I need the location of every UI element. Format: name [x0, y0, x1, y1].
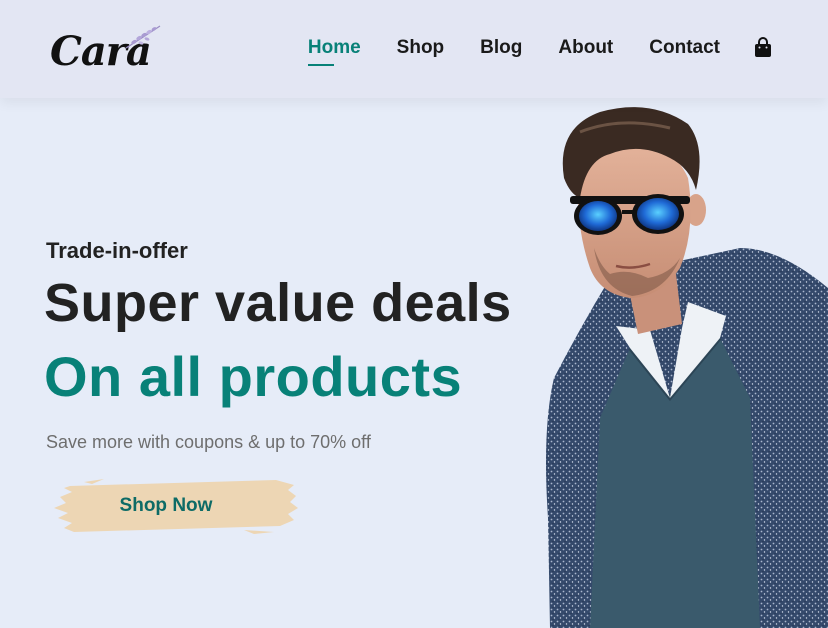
hero-headline: Super value deals: [44, 273, 512, 333]
nav-shop[interactable]: Shop: [397, 34, 445, 62]
hero-eyebrow: Trade-in-offer: [46, 238, 188, 263]
shop-now-label: Shop Now: [119, 495, 213, 516]
active-underline: [307, 64, 334, 66]
page: Cara Home Shop Blog About Contact Trade-…: [0, 0, 828, 628]
nav-home-label: Home: [307, 37, 361, 58]
lavender-sprig-icon: [125, 25, 161, 49]
main-nav: Home Shop Blog About Contact: [307, 34, 772, 66]
hero-section: Trade-in-offer Super value deals On all …: [0, 98, 828, 628]
hero-model-image: [546, 107, 828, 628]
nav-contact[interactable]: Contact: [649, 34, 720, 62]
nav-blog[interactable]: Blog: [480, 34, 522, 62]
hero-subheadline: On all products: [44, 345, 463, 408]
nav-home[interactable]: Home: [307, 34, 361, 66]
shop-now-button[interactable]: Shop Now: [44, 476, 304, 536]
hero-description: Save more with coupons & up to 70% off: [46, 432, 371, 452]
site-header: Cara Home Shop Blog About Contact: [0, 0, 828, 98]
nav-about[interactable]: About: [558, 34, 613, 62]
cara-logo[interactable]: Cara: [44, 16, 174, 76]
shopping-bag-icon[interactable]: [754, 37, 772, 59]
